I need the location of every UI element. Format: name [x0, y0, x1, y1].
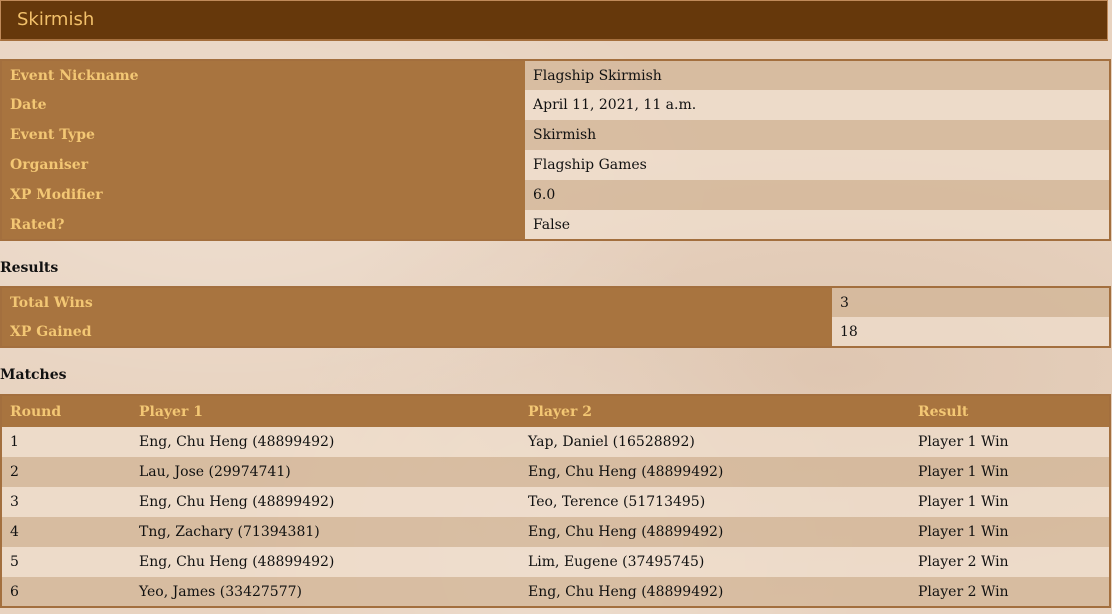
- player-1-cell: Eng, Chu Heng (48899492): [131, 487, 520, 517]
- player-1-cell: Eng, Chu Heng (48899492): [131, 547, 520, 577]
- detail-label: Rated?: [1, 210, 525, 240]
- player-1-cell: Yeo, James (33427577): [131, 577, 520, 607]
- detail-row-rated: Rated? False: [1, 210, 1110, 240]
- page-title: Skirmish: [17, 9, 95, 30]
- matches-header-row: Round Player 1 Player 2 Result: [1, 395, 1110, 427]
- result-cell: Player 2 Win: [910, 577, 1110, 607]
- player-2-cell: Eng, Chu Heng (48899492): [520, 577, 910, 607]
- matches-heading: Matches: [0, 367, 67, 383]
- results-heading: Results: [0, 260, 59, 276]
- round-cell: 1: [1, 427, 131, 457]
- result-cell: Player 1 Win: [910, 517, 1110, 547]
- detail-value: Flagship Games: [525, 150, 1110, 180]
- result-label: Total Wins: [1, 287, 832, 317]
- round-cell: 6: [1, 577, 131, 607]
- detail-label: Event Type: [1, 120, 525, 150]
- results-table: Total Wins 3 XP Gained 18: [0, 286, 1111, 348]
- round-cell: 2: [1, 457, 131, 487]
- result-cell: Player 1 Win: [910, 457, 1110, 487]
- round-cell: 4: [1, 517, 131, 547]
- column-header-player-1: Player 1: [131, 395, 520, 427]
- page-header: Skirmish: [0, 0, 1108, 41]
- result-value: 3: [832, 287, 1110, 317]
- detail-row-date: Date April 11, 2021, 11 a.m.: [1, 90, 1110, 120]
- table-row: 4 Tng, Zachary (71394381) Eng, Chu Heng …: [1, 517, 1110, 547]
- results-row-xp-gained: XP Gained 18: [1, 317, 1110, 347]
- result-cell: Player 1 Win: [910, 427, 1110, 457]
- results-row-total-wins: Total Wins 3: [1, 287, 1110, 317]
- player-1-cell: Lau, Jose (29974741): [131, 457, 520, 487]
- result-cell: Player 2 Win: [910, 547, 1110, 577]
- column-header-round: Round: [1, 395, 131, 427]
- detail-row-organiser: Organiser Flagship Games: [1, 150, 1110, 180]
- result-label: XP Gained: [1, 317, 832, 347]
- player-2-cell: Lim, Eugene (37495745): [520, 547, 910, 577]
- detail-row-xp-modifier: XP Modifier 6.0: [1, 180, 1110, 210]
- player-2-cell: Eng, Chu Heng (48899492): [520, 457, 910, 487]
- round-cell: 3: [1, 487, 131, 517]
- detail-value: Skirmish: [525, 120, 1110, 150]
- detail-value: Flagship Skirmish: [525, 60, 1110, 90]
- table-row: 6 Yeo, James (33427577) Eng, Chu Heng (4…: [1, 577, 1110, 607]
- detail-label: XP Modifier: [1, 180, 525, 210]
- detail-label: Date: [1, 90, 525, 120]
- detail-label: Organiser: [1, 150, 525, 180]
- matches-table: Round Player 1 Player 2 Result 1 Eng, Ch…: [0, 394, 1111, 608]
- table-row: 3 Eng, Chu Heng (48899492) Teo, Terence …: [1, 487, 1110, 517]
- table-row: 2 Lau, Jose (29974741) Eng, Chu Heng (48…: [1, 457, 1110, 487]
- player-2-cell: Eng, Chu Heng (48899492): [520, 517, 910, 547]
- table-row: 1 Eng, Chu Heng (48899492) Yap, Daniel (…: [1, 427, 1110, 457]
- detail-value: False: [525, 210, 1110, 240]
- round-cell: 5: [1, 547, 131, 577]
- table-row: 5 Eng, Chu Heng (48899492) Lim, Eugene (…: [1, 547, 1110, 577]
- detail-value: 6.0: [525, 180, 1110, 210]
- player-2-cell: Teo, Terence (51713495): [520, 487, 910, 517]
- column-header-result: Result: [910, 395, 1110, 427]
- column-header-player-2: Player 2: [520, 395, 910, 427]
- player-2-cell: Yap, Daniel (16528892): [520, 427, 910, 457]
- event-details-table: Event Nickname Flagship Skirmish Date Ap…: [0, 59, 1111, 241]
- detail-value: April 11, 2021, 11 a.m.: [525, 90, 1110, 120]
- detail-row-nickname: Event Nickname Flagship Skirmish: [1, 60, 1110, 90]
- detail-row-event-type: Event Type Skirmish: [1, 120, 1110, 150]
- detail-label: Event Nickname: [1, 60, 525, 90]
- player-1-cell: Eng, Chu Heng (48899492): [131, 427, 520, 457]
- result-cell: Player 1 Win: [910, 487, 1110, 517]
- result-value: 18: [832, 317, 1110, 347]
- player-1-cell: Tng, Zachary (71394381): [131, 517, 520, 547]
